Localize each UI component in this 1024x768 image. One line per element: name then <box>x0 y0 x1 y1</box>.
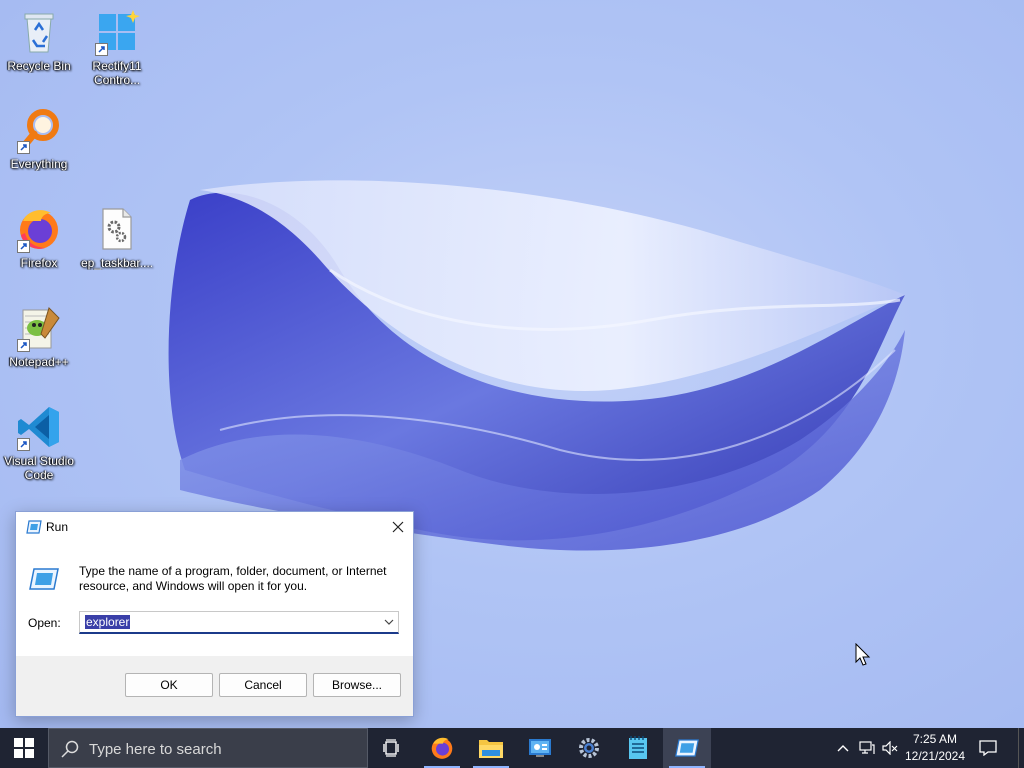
shortcut-arrow-icon <box>95 43 108 56</box>
mouse-cursor-icon <box>855 643 871 666</box>
taskbar-run[interactable] <box>663 728 711 768</box>
run-dialog: Run Type the name of a program, folder, … <box>15 511 414 717</box>
clock-date: 12/21/2024 <box>904 749 966 763</box>
control-panel-icon <box>529 739 551 757</box>
desktop-icon-firefox[interactable]: Firefox <box>1 205 77 270</box>
notepad-icon <box>629 736 647 759</box>
run-dialog-description: Type the name of a program, folder, docu… <box>79 564 387 593</box>
cancel-button[interactable]: Cancel <box>219 673 307 697</box>
desktop-icon-label: ep_taskbar.... <box>80 256 154 270</box>
desktop-icon-label: Firefox <box>20 256 58 270</box>
search-icon <box>61 740 79 758</box>
volume-button[interactable] <box>879 728 901 768</box>
taskbar-clock[interactable]: 7:25 AM 12/21/2024 <box>900 731 970 765</box>
browse-button[interactable]: Browse... <box>313 673 401 697</box>
gear-icon <box>579 738 599 758</box>
desktop-icon-label-line2: Code <box>24 468 54 482</box>
close-icon <box>392 521 404 533</box>
recycle-bin-icon <box>15 8 63 56</box>
shortcut-arrow-icon <box>17 141 30 154</box>
show-desktop-button[interactable] <box>1018 728 1024 768</box>
search-placeholder: Type here to search <box>89 741 222 758</box>
desktop-icon-label-line2: Contro... <box>93 73 141 87</box>
desktop-icon-label: Rectify11 <box>92 59 142 73</box>
taskbar-notepad[interactable] <box>614 728 662 768</box>
everything-search-icon <box>15 106 63 154</box>
run-dialog-title: Run <box>46 520 69 534</box>
shortcut-arrow-icon <box>17 240 30 253</box>
desktop: Recycle Bin Rectify11 Contro... Everythi… <box>0 0 1024 728</box>
desktop-icon-label: Recycle Bin <box>7 59 71 73</box>
firefox-icon <box>431 737 453 759</box>
taskbar-task-view[interactable] <box>368 728 416 768</box>
desktop-icon-everything[interactable]: Everything <box>1 106 77 171</box>
run-program-icon <box>29 568 59 590</box>
volume-muted-icon <box>882 741 898 755</box>
ok-button[interactable]: OK <box>125 673 213 697</box>
clock-time: 7:25 AM <box>912 732 958 746</box>
taskbar-file-explorer[interactable] <box>467 728 515 768</box>
action-center-button[interactable] <box>972 728 1004 768</box>
run-dialog-footer: OK Cancel Browse... <box>16 656 413 716</box>
rectify11-icon <box>93 8 141 56</box>
taskbar-settings[interactable] <box>565 728 613 768</box>
desktop-icon-recycle-bin[interactable]: Recycle Bin <box>1 8 77 73</box>
vscode-icon <box>15 403 63 451</box>
run-dialog-titlebar[interactable]: Run <box>16 512 413 542</box>
desktop-icon-notepad-plus-plus[interactable]: Notepad++ <box>1 304 77 369</box>
shortcut-arrow-icon <box>17 438 30 451</box>
taskbar-search-box[interactable]: Type here to search <box>48 728 368 768</box>
taskbar: Type here to search 7:25 AM 12/21/2024 <box>0 728 1024 768</box>
taskbar-firefox[interactable] <box>418 728 466 768</box>
show-hidden-icons-button[interactable] <box>832 728 854 768</box>
desktop-icon-label: Everything <box>10 157 68 171</box>
settings-file-icon <box>93 205 141 253</box>
desktop-icon-vscode[interactable]: Visual Studio Code <box>1 403 77 482</box>
shortcut-arrow-icon <box>17 339 30 352</box>
desktop-icon-label: Notepad++ <box>9 355 69 369</box>
chevron-up-icon <box>837 745 849 752</box>
firefox-icon <box>15 205 63 253</box>
open-combobox[interactable]: explorer <box>79 611 399 634</box>
open-input-value[interactable]: explorer <box>85 615 131 629</box>
windows-logo-icon <box>14 738 34 758</box>
run-icon <box>675 739 699 757</box>
desktop-icon-rectify11[interactable]: Rectify11 Contro... <box>79 8 155 87</box>
network-icon <box>859 741 875 754</box>
network-status-button[interactable] <box>856 728 878 768</box>
desktop-icon-label: Visual Studio <box>4 454 74 468</box>
run-icon <box>26 520 42 534</box>
notification-icon <box>979 740 997 756</box>
desktop-icon-ep-taskbar[interactable]: ep_taskbar.... <box>79 205 155 270</box>
notepad-plus-plus-icon <box>15 304 63 352</box>
open-label: Open: <box>28 616 61 630</box>
close-button[interactable] <box>383 512 413 542</box>
start-button[interactable] <box>0 728 48 768</box>
chevron-down-icon[interactable] <box>384 617 394 627</box>
task-view-icon <box>383 739 399 757</box>
taskbar-control-panel[interactable] <box>516 728 564 768</box>
folder-icon <box>479 740 503 758</box>
